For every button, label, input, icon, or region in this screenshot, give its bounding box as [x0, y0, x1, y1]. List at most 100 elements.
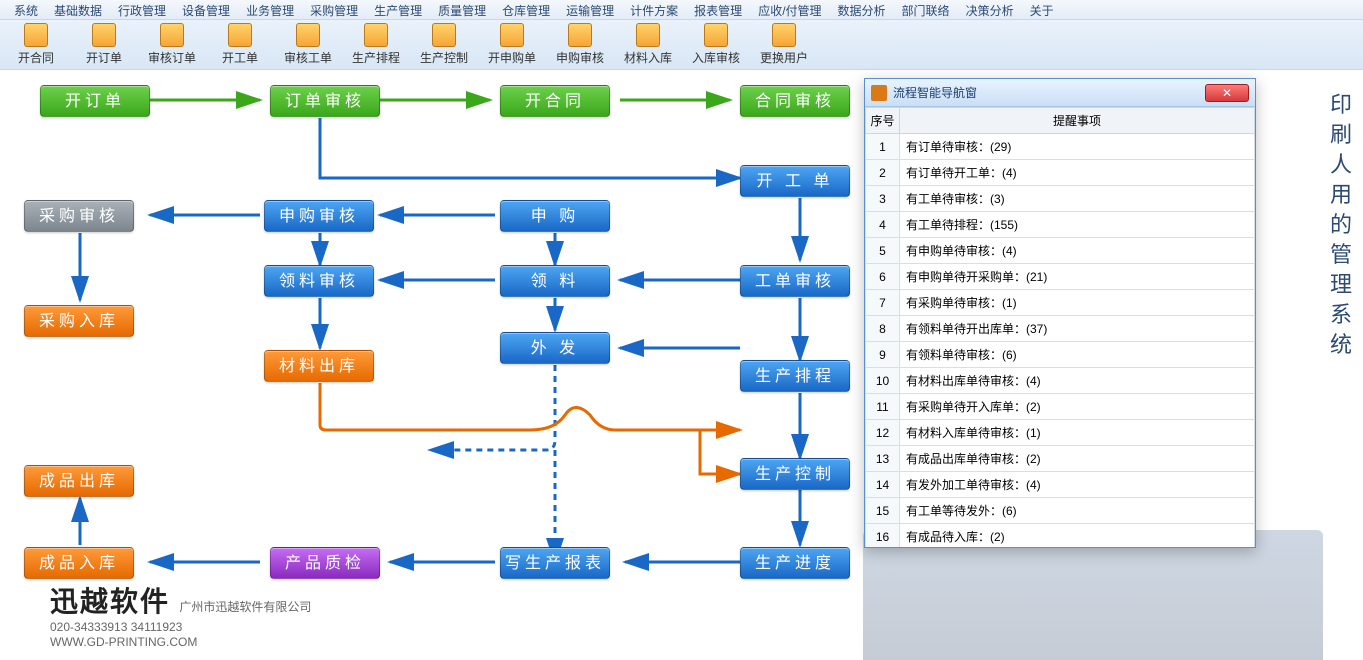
- toolbar-button[interactable]: 开合同: [8, 23, 64, 66]
- row-message: 有采购单待开入库单：(2): [900, 394, 1255, 420]
- node-contract-review[interactable]: 合同审核: [740, 85, 850, 117]
- table-row[interactable]: 12有材料入库单待审核：(1): [866, 420, 1255, 446]
- menu-item[interactable]: 应收/付管理: [752, 2, 827, 17]
- decorative-machine: [863, 530, 1323, 660]
- node-prod-control[interactable]: 生产控制: [740, 458, 850, 490]
- table-row[interactable]: 14有发外加工单待审核：(4): [866, 472, 1255, 498]
- toolbar-button[interactable]: 材料入库: [620, 23, 676, 66]
- node-open-contract[interactable]: 开合同: [500, 85, 610, 117]
- toolbar-button[interactable]: 开工单: [212, 23, 268, 66]
- table-row[interactable]: 8有领料单待开出库单：(37): [866, 316, 1255, 342]
- menu-item[interactable]: 运输管理: [560, 2, 620, 17]
- node-req-review[interactable]: 申购审核: [264, 200, 374, 232]
- brand-name: 迅越软件: [50, 586, 170, 617]
- row-index: 8: [866, 316, 900, 342]
- tool-label: 生产排程: [348, 49, 404, 66]
- node-open-workorder[interactable]: 开 工 单: [740, 165, 850, 197]
- table-row[interactable]: 15有工单等待发外：(6): [866, 498, 1255, 524]
- menu-item[interactable]: 业务管理: [240, 2, 300, 17]
- node-progress[interactable]: 生产进度: [740, 547, 850, 579]
- table-row[interactable]: 5有申购单待审核：(4): [866, 238, 1255, 264]
- menu-item[interactable]: 数据分析: [832, 2, 892, 17]
- row-index: 4: [866, 212, 900, 238]
- close-icon[interactable]: ✕: [1205, 84, 1249, 102]
- tool-label: 开工单: [212, 49, 268, 66]
- node-material-out[interactable]: 材料出库: [264, 350, 374, 382]
- menu-item[interactable]: 报表管理: [688, 2, 748, 17]
- menu-item[interactable]: 系统: [8, 2, 44, 17]
- toolbar-button[interactable]: 生产控制: [416, 23, 472, 66]
- toolbar-button[interactable]: 审核订单: [144, 23, 200, 66]
- row-index: 16: [866, 524, 900, 548]
- popup-icon: [871, 85, 887, 101]
- row-index: 3: [866, 186, 900, 212]
- table-row[interactable]: 2有订单待开工单：(4): [866, 160, 1255, 186]
- table-row[interactable]: 6有申购单待开采购单：(21): [866, 264, 1255, 290]
- popup-titlebar[interactable]: 流程智能导航窗 ✕: [865, 79, 1255, 107]
- tool-icon: [160, 23, 184, 47]
- toolbar-button[interactable]: 申购审核: [552, 23, 608, 66]
- row-message: 有发外加工单待审核：(4): [900, 472, 1255, 498]
- toolbar-button[interactable]: 更换用户: [756, 23, 812, 66]
- table-row[interactable]: 16有成品待入库：(2): [866, 524, 1255, 548]
- node-qc[interactable]: 产品质检: [270, 547, 380, 579]
- node-wo-review[interactable]: 工单审核: [740, 265, 850, 297]
- table-row[interactable]: 11有采购单待开入库单：(2): [866, 394, 1255, 420]
- table-row[interactable]: 10有材料出库单待审核：(4): [866, 368, 1255, 394]
- toolbar: 开合同开订单审核订单开工单审核工单生产排程生产控制开申购单申购审核材料入库入库审…: [0, 20, 1363, 70]
- brand-line2: 020-34333913 34111923: [50, 620, 182, 634]
- menu-item[interactable]: 质量管理: [432, 2, 492, 17]
- table-row[interactable]: 1有订单待审核：(29): [866, 134, 1255, 160]
- table-row[interactable]: 13有成品出库单待审核：(2): [866, 446, 1255, 472]
- brand-block: 迅越软件 广州市迅越软件有限公司 020-34333913 34111923 W…: [50, 580, 311, 650]
- row-index: 11: [866, 394, 900, 420]
- table-row[interactable]: 7有采购单待审核：(1): [866, 290, 1255, 316]
- node-finished-out[interactable]: 成品出库: [24, 465, 134, 497]
- row-index: 1: [866, 134, 900, 160]
- node-schedule[interactable]: 生产排程: [740, 360, 850, 392]
- toolbar-button[interactable]: 开订单: [76, 23, 132, 66]
- menu-item[interactable]: 关于: [1024, 2, 1060, 17]
- menu-item[interactable]: 设备管理: [176, 2, 236, 17]
- node-pick-review[interactable]: 领料审核: [264, 265, 374, 297]
- tool-label: 更换用户: [756, 49, 812, 66]
- table-row[interactable]: 4有工单待排程：(155): [866, 212, 1255, 238]
- row-index: 10: [866, 368, 900, 394]
- side-slogan: 印刷人用的管理系统: [1327, 90, 1355, 360]
- menu-item[interactable]: 行政管理: [112, 2, 172, 17]
- node-order-review[interactable]: 订单审核: [270, 85, 380, 117]
- row-index: 12: [866, 420, 900, 446]
- toolbar-button[interactable]: 审核工单: [280, 23, 336, 66]
- menu-item[interactable]: 基础数据: [48, 2, 108, 17]
- tool-icon: [228, 23, 252, 47]
- menu-item[interactable]: 采购管理: [304, 2, 364, 17]
- toolbar-button[interactable]: 生产排程: [348, 23, 404, 66]
- tool-label: 审核工单: [280, 49, 336, 66]
- tool-icon: [772, 23, 796, 47]
- node-report[interactable]: 写生产报表: [500, 547, 610, 579]
- node-finished-in[interactable]: 成品入库: [24, 547, 134, 579]
- node-outsource[interactable]: 外 发: [500, 332, 610, 364]
- node-purchase-review[interactable]: 采购审核: [24, 200, 134, 232]
- brand-line1: 广州市迅越软件有限公司: [179, 600, 311, 614]
- menu-bar: 系统基础数据行政管理设备管理业务管理采购管理生产管理质量管理仓库管理运输管理计件…: [0, 0, 1363, 20]
- brand-line3: WWW.GD-PRINTING.COM: [50, 635, 197, 649]
- node-purchase-in[interactable]: 采购入库: [24, 305, 134, 337]
- node-request[interactable]: 申 购: [500, 200, 610, 232]
- row-index: 2: [866, 160, 900, 186]
- tool-label: 开订单: [76, 49, 132, 66]
- menu-item[interactable]: 决策分析: [960, 2, 1020, 17]
- menu-item[interactable]: 部门联络: [896, 2, 956, 17]
- row-index: 15: [866, 498, 900, 524]
- table-row[interactable]: 3有工单待审核：(3): [866, 186, 1255, 212]
- tool-label: 审核订单: [144, 49, 200, 66]
- node-open-order[interactable]: 开订单: [40, 85, 150, 117]
- table-row[interactable]: 9有领料单待审核：(6): [866, 342, 1255, 368]
- node-pick[interactable]: 领 料: [500, 265, 610, 297]
- toolbar-button[interactable]: 开申购单: [484, 23, 540, 66]
- reminder-popup: 流程智能导航窗 ✕ 序号 提醒事项 1有订单待审核：(29)2有订单待开工单：(…: [864, 78, 1256, 548]
- menu-item[interactable]: 生产管理: [368, 2, 428, 17]
- toolbar-button[interactable]: 入库审核: [688, 23, 744, 66]
- menu-item[interactable]: 计件方案: [624, 2, 684, 17]
- menu-item[interactable]: 仓库管理: [496, 2, 556, 17]
